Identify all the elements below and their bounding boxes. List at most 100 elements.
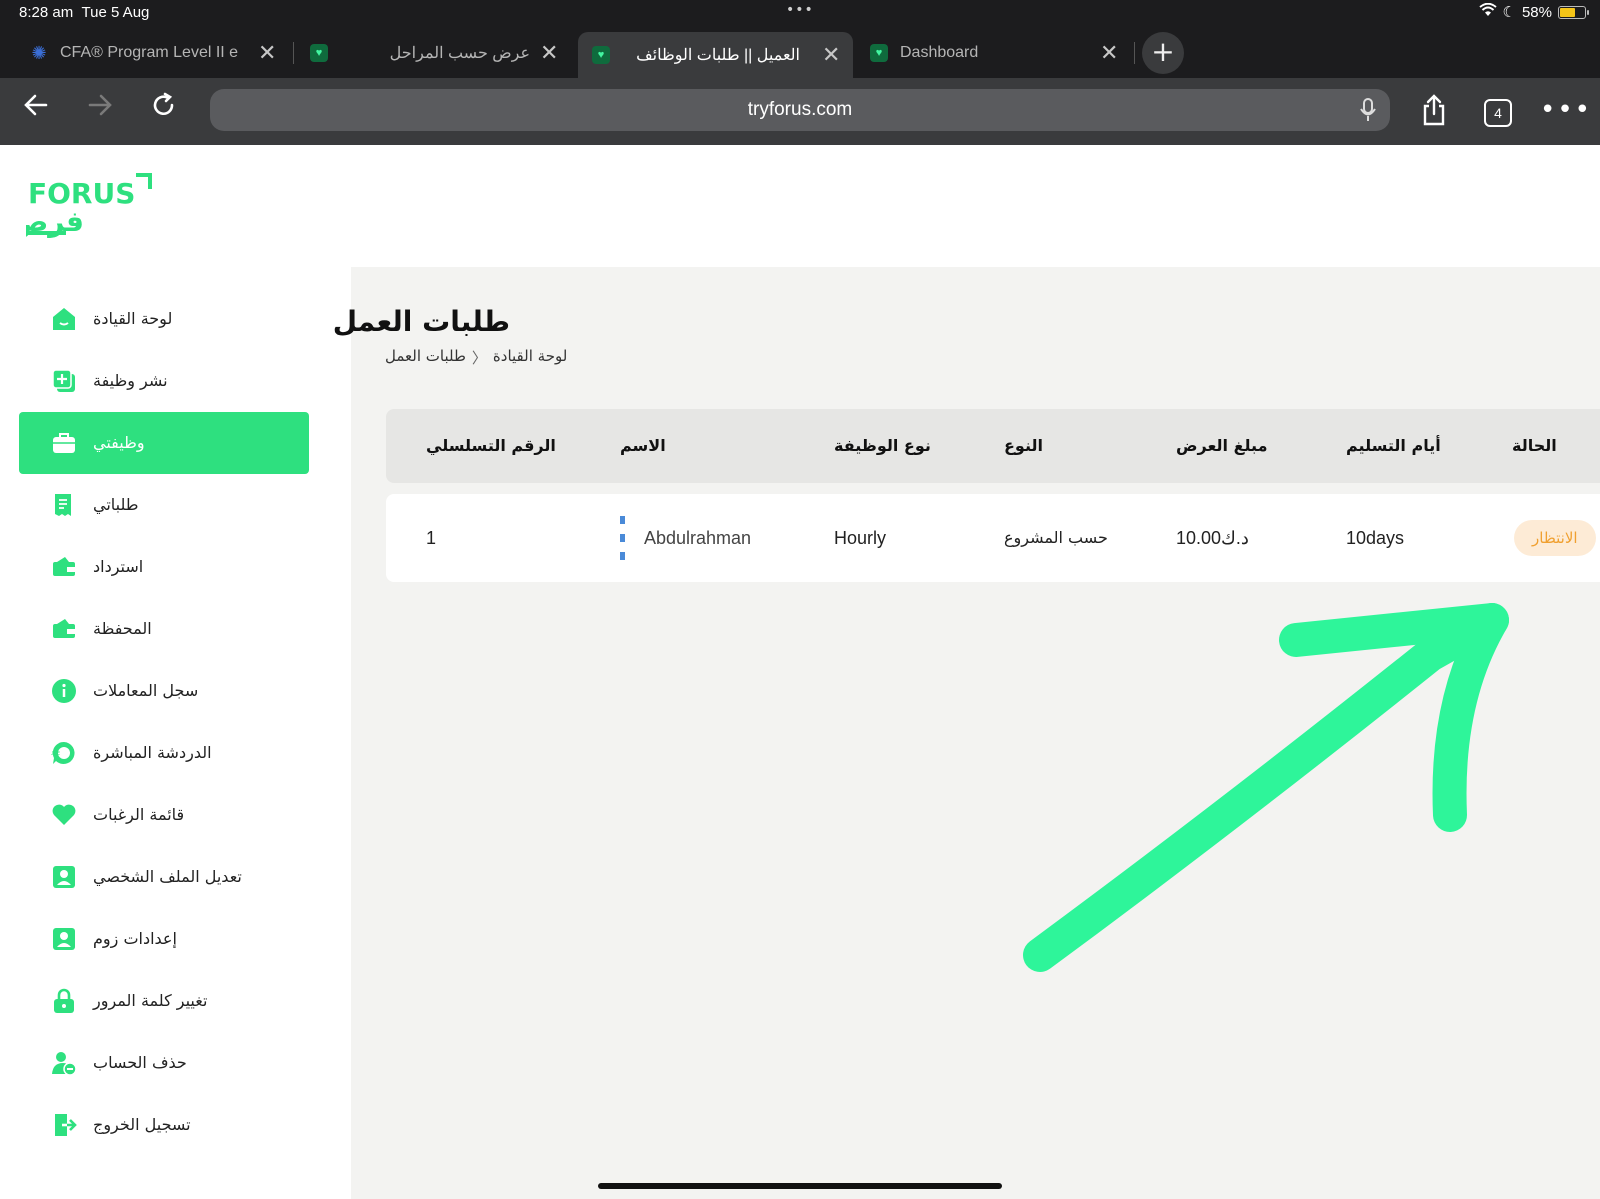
cell-type: حسب المشروع xyxy=(1004,528,1108,547)
header-serial: الرقم التسلسلي xyxy=(426,436,556,455)
sidebar-item-label: نشر وظيفة xyxy=(93,371,168,390)
sidebar-item-label: المحفظة xyxy=(93,619,152,638)
heart-icon xyxy=(52,804,76,825)
cfa-icon: ✺ xyxy=(31,43,47,63)
tab-stages[interactable]: ♥ عرض حسب المراحل ✕ xyxy=(300,32,570,74)
tab-overview-button[interactable]: 4 xyxy=(1476,88,1520,132)
forward-button[interactable] xyxy=(78,88,122,132)
sidebar-item-label: سجل المعاملات xyxy=(93,681,199,700)
share-icon xyxy=(1423,94,1445,126)
header-name: الاسم xyxy=(620,436,666,455)
info-icon xyxy=(52,679,76,703)
header-offer-amount: مبلغ العرض xyxy=(1176,436,1268,455)
sidebar-item-change-password[interactable]: تغيير كلمة المرور xyxy=(19,970,309,1032)
breadcrumb: لوحة القيادة 〈 طلبات العمل xyxy=(385,347,567,368)
lock-icon xyxy=(54,988,74,1013)
forus-favicon: ♥ xyxy=(310,44,328,62)
drag-handle-icon[interactable] xyxy=(620,516,625,562)
sidebar-item-transactions[interactable]: سجل المعاملات xyxy=(19,660,309,722)
sidebar-item-label: تسجيل الخروج xyxy=(93,1115,191,1134)
table-row[interactable]: 1 Abdulrahman Hourly حسب المشروع 10.00د.… xyxy=(386,494,1600,582)
sidebar-item-label: حذف الحساب xyxy=(93,1053,187,1072)
sidebar-item-zoom-settings[interactable]: إعدادات زوم xyxy=(19,908,309,970)
ellipsis-icon: ••• xyxy=(1540,95,1593,125)
sidebar-item-label: قائمة الرغبات xyxy=(93,805,185,824)
header-delivery-days: أيام التسليم xyxy=(1346,436,1441,455)
reload-button[interactable] xyxy=(142,88,186,132)
reload-icon xyxy=(153,92,174,116)
sidebar-item-label: طلباتي xyxy=(93,495,139,514)
forus-logo[interactable]: FORUS فرص xyxy=(11,171,156,241)
sidebar-item-label: الدردشة المباشرة xyxy=(93,743,212,762)
url-text: tryforus.com xyxy=(747,99,853,120)
sidebar-item-label: لوحة القيادة xyxy=(93,309,173,328)
sidebar-item-wallet[interactable]: المحفظة xyxy=(19,598,309,660)
multitask-dots[interactable]: ••• xyxy=(786,2,814,18)
sidebar-item-label: إعدادات زوم xyxy=(93,929,177,948)
wallet-icon xyxy=(53,619,75,638)
arrow-right-icon xyxy=(88,94,112,116)
sidebar-item-wishlist[interactable]: قائمة الرغبات xyxy=(19,784,309,846)
browser-tab-bar: ✺ CFA® Program Level II e ✕ ♥ عرض حسب ال… xyxy=(0,26,1600,78)
status-indicators: ☾ 58% xyxy=(1478,2,1589,21)
tab-dashboard[interactable]: ♥ Dashboard ✕ xyxy=(860,32,1130,74)
breadcrumb-item-dashboard[interactable]: لوحة القيادة xyxy=(493,347,567,368)
tab-job-requests[interactable]: ♥ العميل || طلبات الوظائف ✕ xyxy=(578,32,853,78)
battery-icon xyxy=(1558,5,1589,19)
cell-offer-amount: 10.00د.ك xyxy=(1176,528,1249,548)
more-options-button[interactable]: ••• xyxy=(1540,88,1590,132)
cell-serial: 1 xyxy=(426,528,437,548)
back-button[interactable] xyxy=(14,88,58,132)
new-tab-button[interactable]: + xyxy=(1142,32,1184,74)
sidebar-item-label: تغيير كلمة المرور xyxy=(93,991,208,1010)
sidebar-item-my-orders[interactable]: طلباتي xyxy=(19,474,309,536)
sidebar-item-logout[interactable]: تسجيل الخروج xyxy=(19,1094,309,1156)
table-header: الرقم التسلسلي الاسم نوع الوظيفة النوع م… xyxy=(386,409,1600,483)
wifi-icon xyxy=(1478,2,1497,21)
share-button[interactable] xyxy=(1412,88,1456,132)
breadcrumb-item-current: طلبات العمل xyxy=(385,347,466,365)
sidebar-item-label: وظيفتي xyxy=(93,433,145,452)
dashboard-icon xyxy=(53,308,75,330)
close-icon[interactable]: ✕ xyxy=(258,40,276,66)
svg-text:LIVE: LIVE xyxy=(51,751,60,757)
sidebar-item-my-jobs[interactable]: وظيفتي xyxy=(19,412,309,474)
sidebar-item-refund[interactable]: استرداد xyxy=(19,536,309,598)
battery-percent: 58% xyxy=(1521,3,1552,21)
close-icon[interactable]: ✕ xyxy=(822,42,840,68)
sidebar-item-label: استرداد xyxy=(93,557,144,576)
home-indicator[interactable] xyxy=(598,1183,1002,1189)
forus-favicon: ♥ xyxy=(870,44,888,62)
sidebar-item-live-chat[interactable]: LIVE الدردشة المباشرة xyxy=(19,722,309,784)
sidebar-item-dashboard[interactable]: لوحة القيادة xyxy=(19,288,309,350)
tab-cfa[interactable]: ✺ CFA® Program Level II e ✕ xyxy=(0,32,290,74)
cell-delivery-days: 10days xyxy=(1346,528,1405,548)
status-badge: الانتظار xyxy=(1514,520,1596,556)
header-status: الحالة xyxy=(1512,436,1557,455)
zoom-settings-icon xyxy=(53,928,75,950)
ios-status-bar: 8:28 am Tue 5 Aug ••• ☾ 58% xyxy=(0,0,1600,26)
logout-icon xyxy=(55,1114,77,1136)
cell-name[interactable]: Abdulrahman xyxy=(644,494,751,582)
sidebar-item-edit-profile[interactable]: تعديل الملف الشخصي xyxy=(19,846,309,908)
forus-favicon: ♥ xyxy=(592,46,610,64)
header-type: النوع xyxy=(1004,436,1043,455)
live-chat-icon: LIVE xyxy=(51,741,75,764)
refund-icon xyxy=(53,557,75,576)
page-title: طلبات العمل xyxy=(332,305,510,338)
sidebar-item-delete-account[interactable]: حذف الحساب xyxy=(19,1032,309,1094)
main-content: طلبات العمل لوحة القيادة 〈 طلبات العمل ا… xyxy=(333,267,1600,1199)
sidebar-item-post-job[interactable]: نشر وظيفة xyxy=(19,350,309,412)
cell-job-type: Hourly xyxy=(834,528,887,548)
microphone-icon[interactable] xyxy=(1360,89,1376,137)
close-icon[interactable]: ✕ xyxy=(1100,40,1118,66)
tab-separator xyxy=(1134,42,1135,64)
profile-icon xyxy=(53,866,75,888)
moon-icon: ☾ xyxy=(1502,4,1516,21)
address-bar[interactable]: tryforus.com xyxy=(210,89,1390,131)
receipt-icon xyxy=(55,494,71,516)
tab-count: 4 xyxy=(1484,99,1512,127)
close-icon[interactable]: ✕ xyxy=(540,40,558,66)
sidebar-item-label: تعديل الملف الشخصي xyxy=(93,867,242,886)
delete-user-icon xyxy=(52,1052,77,1076)
